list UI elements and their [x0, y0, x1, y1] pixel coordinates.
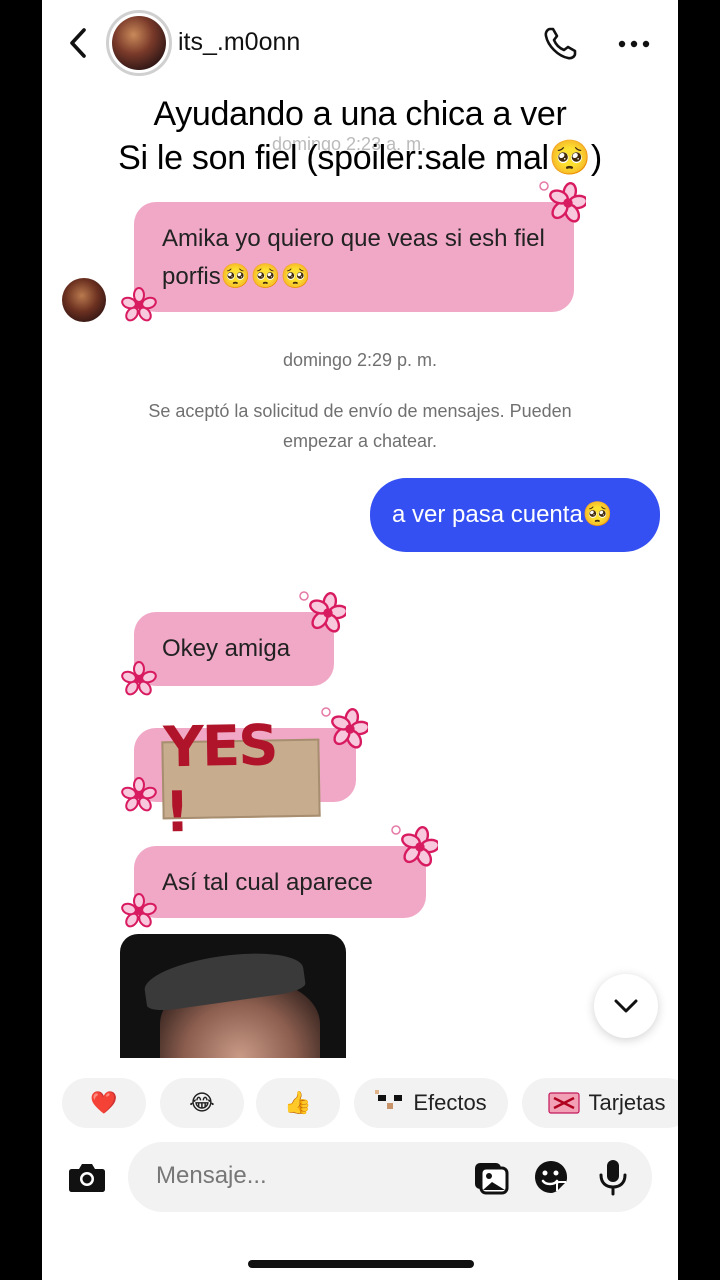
flower-sticker-icon [539, 181, 586, 223]
sticker-icon[interactable] [532, 1158, 570, 1196]
username[interactable]: its_.m0onn [178, 28, 300, 57]
cards-label: Tarjetas [588, 1090, 666, 1115]
outgoing-message[interactable]: a ver pasa cuenta🥺 [370, 478, 660, 552]
message-composer: Mensaje... [56, 1142, 666, 1212]
message-placeholder: Mensaje... [156, 1162, 267, 1189]
chat-header: its_.m0onn [42, 0, 678, 88]
effects-button[interactable]: Efectos [354, 1078, 508, 1128]
video-caption: Ayudando a una chica a ver Si le son fie… [42, 92, 678, 180]
effects-label: Efectos [413, 1090, 487, 1115]
photo-message[interactable] [120, 934, 346, 1058]
incoming-message[interactable]: Así tal cual aparece [134, 846, 426, 918]
incoming-message[interactable]: Amika yo quiero que veas si esh fiel por… [134, 202, 574, 312]
thumbs-up-emoji: 👍 [284, 1090, 312, 1115]
scroll-to-bottom-button[interactable] [594, 974, 658, 1038]
flower-sticker-icon [321, 707, 368, 749]
chevron-down-icon [614, 999, 638, 1013]
microphone-icon[interactable] [594, 1158, 632, 1196]
flower-sticker-icon [121, 777, 157, 812]
profile-avatar[interactable] [106, 10, 172, 76]
heart-emoji: ❤️ [90, 1090, 118, 1115]
flower-sticker-icon [121, 287, 157, 322]
sender-avatar[interactable] [62, 278, 106, 322]
chat-screen: its_.m0onn domingo 2:23 a. m. Ayudando a… [42, 0, 678, 1280]
cards-button[interactable]: Tarjetas [522, 1078, 678, 1128]
flower-sticker-icon [391, 825, 438, 867]
caption-line-2: Si le son fiel (spoiler:sale mal🥺) [118, 139, 602, 177]
laughing-emoji: 😂 [189, 1090, 215, 1115]
phone-call-icon[interactable] [540, 24, 580, 64]
reaction-thumbs-up[interactable]: 👍 [256, 1078, 340, 1128]
yes-sticker[interactable]: YES ! [161, 713, 321, 845]
home-indicator[interactable] [248, 1260, 474, 1268]
reaction-laugh[interactable]: 😂 [160, 1078, 244, 1128]
camera-icon[interactable] [66, 1156, 108, 1198]
message-input[interactable]: Mensaje... [128, 1142, 652, 1212]
back-arrow-icon[interactable] [64, 26, 94, 60]
caption-line-1: Ayudando a una chica a ver [153, 95, 567, 133]
flower-sticker-icon [299, 591, 346, 633]
avatar-image [112, 16, 166, 70]
gift-card-icon [548, 1092, 581, 1114]
timestamp: domingo 2:29 p. m. [282, 350, 438, 370]
reaction-heart[interactable]: ❤️ [62, 1078, 146, 1128]
more-options-icon[interactable] [616, 30, 652, 58]
system-note: Se aceptó la solicitud de envío de mensa… [148, 401, 572, 451]
effects-face-icon [375, 1090, 403, 1109]
gallery-icon[interactable] [472, 1158, 510, 1196]
flower-sticker-icon [121, 893, 157, 928]
flower-sticker-icon [121, 661, 157, 696]
